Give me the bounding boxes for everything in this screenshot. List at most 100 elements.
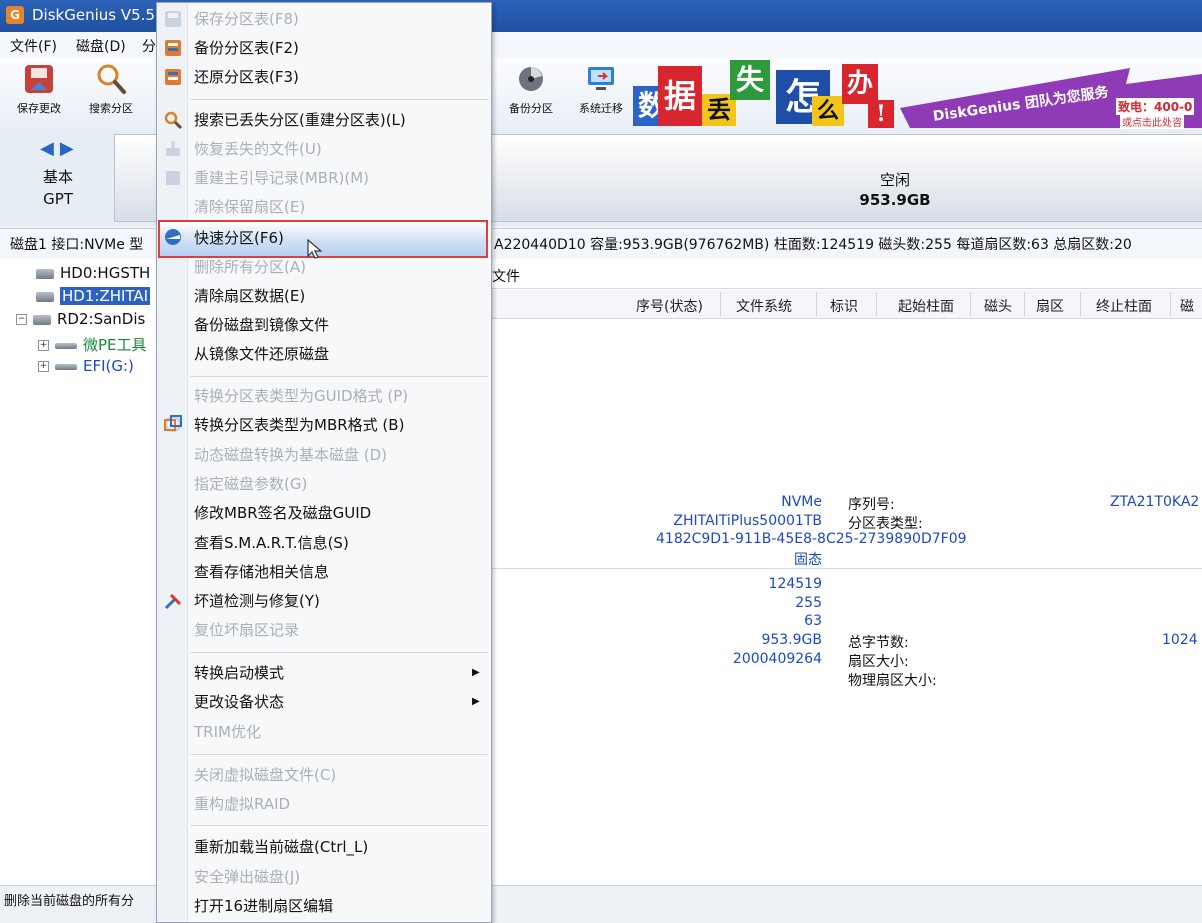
menu-disk[interactable]: 磁盘(D)	[76, 36, 126, 56]
col-sector[interactable]: 扇区	[1036, 296, 1064, 316]
menu-convert-to-guid[interactable]: 转换分区表类型为GUID格式 (P)	[194, 385, 408, 406]
info-heads: 255	[795, 595, 822, 611]
info-divider	[490, 568, 1202, 569]
info-cylinders: 124519	[768, 576, 822, 592]
col-index[interactable]: 序号(状态)	[636, 296, 703, 316]
collapse-icon[interactable]: −	[16, 314, 27, 325]
info-ptable-label: 分区表类型:	[848, 516, 923, 532]
info-interface: NVMe	[781, 494, 822, 510]
info-total-bytes-label: 总字节数:	[848, 635, 909, 651]
col-more[interactable]: 磁	[1180, 296, 1194, 316]
col-filesystem[interactable]: 文件系统	[736, 296, 792, 316]
search-icon	[97, 64, 126, 94]
tree-item-hd0[interactable]: HD0:HGSTH	[36, 264, 150, 282]
col-start-cyl[interactable]: 起始柱面	[898, 296, 954, 316]
disk-type: 基本 GPT	[40, 166, 76, 210]
submenu-arrow-icon: ▶	[472, 696, 480, 707]
info-capacity: 953.9GB	[761, 632, 822, 648]
menu-trim-optimize[interactable]: TRIM优化	[194, 721, 261, 742]
info-sector-size-label: 扇区大小:	[848, 654, 909, 670]
backup-partition-icon	[519, 67, 543, 91]
tab-row	[490, 262, 1202, 289]
free-space-size: 953.9GB	[859, 191, 931, 209]
info-model: ZHITAITiPlus50001TB	[673, 513, 822, 529]
col-divider	[876, 292, 877, 316]
menu-view-storage-pool[interactable]: 查看存储池相关信息	[194, 561, 329, 582]
menu-delete-all-partitions[interactable]: 删除所有分区(A)	[194, 256, 306, 277]
menu-rebuild-virtual-raid[interactable]: 重构虚拟RAID	[194, 793, 290, 814]
backup-partition-label: 备份分区	[509, 102, 553, 115]
rebuild-mbr-icon	[166, 171, 180, 185]
tree-item-label: EFI(G:)	[83, 357, 134, 375]
info-sectors: 63	[804, 613, 822, 629]
menu-reset-bad-sector-log[interactable]: 复位坏扇区记录	[194, 619, 299, 640]
bad-sector-repair-icon	[164, 593, 182, 610]
menu-separator	[190, 376, 488, 377]
promo-banner[interactable]: 数 据 丢 失 怎 么 办 ! DiskGenius 团队为您服务 致电：400…	[630, 58, 1202, 130]
menu-recover-lost-files[interactable]: 恢复丢失的文件(U)	[194, 138, 322, 159]
menu-save-partition-table[interactable]: 保存分区表(F8)	[194, 8, 299, 29]
menu-separator	[190, 825, 488, 826]
tree-item-hd1[interactable]: HD1:ZHITAI	[36, 287, 151, 305]
expand-icon[interactable]: +	[38, 361, 49, 372]
menu-close-virtual-disk[interactable]: 关闭虚拟磁盘文件(C)	[194, 764, 336, 785]
menu-restore-partition-table[interactable]: 还原分区表(F3)	[194, 66, 299, 87]
menu-rebuild-mbr[interactable]: 重建主引导记录(MBR)(M)	[194, 167, 369, 188]
menu-change-device-state[interactable]: 更改设备状态	[194, 691, 284, 712]
menu-quick-partition[interactable]: 快速分区(F6)	[194, 227, 284, 248]
col-head[interactable]: 磁头	[984, 296, 1012, 316]
disk-info-left: 磁盘1 接口:NVMe 型	[10, 237, 144, 253]
quick-partition-icon	[165, 229, 181, 245]
menu-clear-reserved-sectors[interactable]: 清除保留扇区(E)	[194, 196, 305, 217]
app-icon: G	[6, 6, 24, 24]
col-divider	[970, 292, 971, 316]
menu-backup-disk-to-image[interactable]: 备份磁盘到镜像文件	[194, 314, 329, 335]
menu-convert-to-mbr[interactable]: 转换分区表类型为MBR格式 (B)	[194, 414, 404, 435]
menu-convert-boot-mode[interactable]: 转换启动模式	[194, 662, 284, 683]
menu-open-hex-editor[interactable]: 打开16进制扇区编辑	[194, 895, 333, 916]
menu-clear-sector-data[interactable]: 清除扇区数据(E)	[194, 285, 305, 306]
info-media: 固态	[794, 552, 822, 568]
menu-separator	[190, 99, 488, 100]
disk-nav-arrows[interactable]: ◀▶	[40, 138, 80, 159]
banner-tile-8: !	[868, 100, 894, 128]
col-divider	[720, 292, 721, 316]
menu-view-smart[interactable]: 查看S.M.A.R.T.信息(S)	[194, 532, 349, 553]
expand-icon[interactable]: +	[38, 340, 49, 351]
col-id[interactable]: 标识	[830, 296, 858, 316]
menu-bad-sector-check[interactable]: 坏道检测与修复(Y)	[194, 590, 320, 611]
tree-item-label: RD2:SanDis	[57, 310, 146, 328]
menu-reload-disk[interactable]: 重新加载当前磁盘(Ctrl_L)	[194, 836, 368, 857]
tab-files[interactable]: 文件	[492, 266, 520, 286]
menu-backup-partition-table[interactable]: 备份分区表(F2)	[194, 37, 299, 58]
menu-restore-disk-from-image[interactable]: 从镜像文件还原磁盘	[194, 343, 329, 364]
right-panel	[490, 259, 1202, 885]
banner-tile-2: 据	[658, 66, 702, 126]
usb-disk-icon	[33, 314, 51, 325]
save-changes-button[interactable]: 保存更改	[8, 62, 70, 116]
info-guid: 4182C9D1-911B-45E8-8C25-2739890D7F09	[656, 531, 967, 547]
col-end-cyl[interactable]: 终止柱面	[1096, 296, 1152, 316]
system-migration-button[interactable]: 系统迁移	[570, 62, 632, 116]
search-partition-button[interactable]: 搜索分区	[80, 62, 142, 116]
menu-file[interactable]: 文件(F)	[10, 36, 57, 56]
tree-item-rd2[interactable]: − RD2:SanDis	[16, 310, 145, 328]
tree-item-wepe[interactable]: + 微PE工具	[38, 334, 147, 355]
menu-modify-mbr-signature[interactable]: 修改MBR签名及磁盘GUID	[194, 502, 371, 523]
status-text: 删除当前磁盘的所有分	[4, 894, 135, 909]
banner-tile-6: 么	[812, 96, 844, 126]
banner-phone: 致电：400-0	[1116, 98, 1195, 115]
menu-dynamic-to-basic[interactable]: 动态磁盘转换为基本磁盘 (D)	[194, 444, 387, 465]
menu-partition[interactable]: 分	[142, 36, 156, 56]
menu-safe-eject[interactable]: 安全弹出磁盘(J)	[194, 866, 300, 887]
recover-files-icon	[166, 141, 180, 156]
save-icon	[25, 65, 53, 93]
col-divider	[816, 292, 817, 316]
free-space-label: 空闲 953.9GB	[800, 170, 990, 210]
backup-partition-button[interactable]: 备份分区	[500, 62, 562, 116]
menu-separator	[190, 754, 488, 755]
tree-item-efi[interactable]: + EFI(G:)	[38, 357, 134, 375]
system-migration-icon	[588, 67, 614, 90]
menu-search-lost-partitions[interactable]: 搜索已丢失分区(重建分区表)(L)	[194, 109, 406, 130]
menu-set-disk-params[interactable]: 指定磁盘参数(G)	[194, 473, 307, 494]
